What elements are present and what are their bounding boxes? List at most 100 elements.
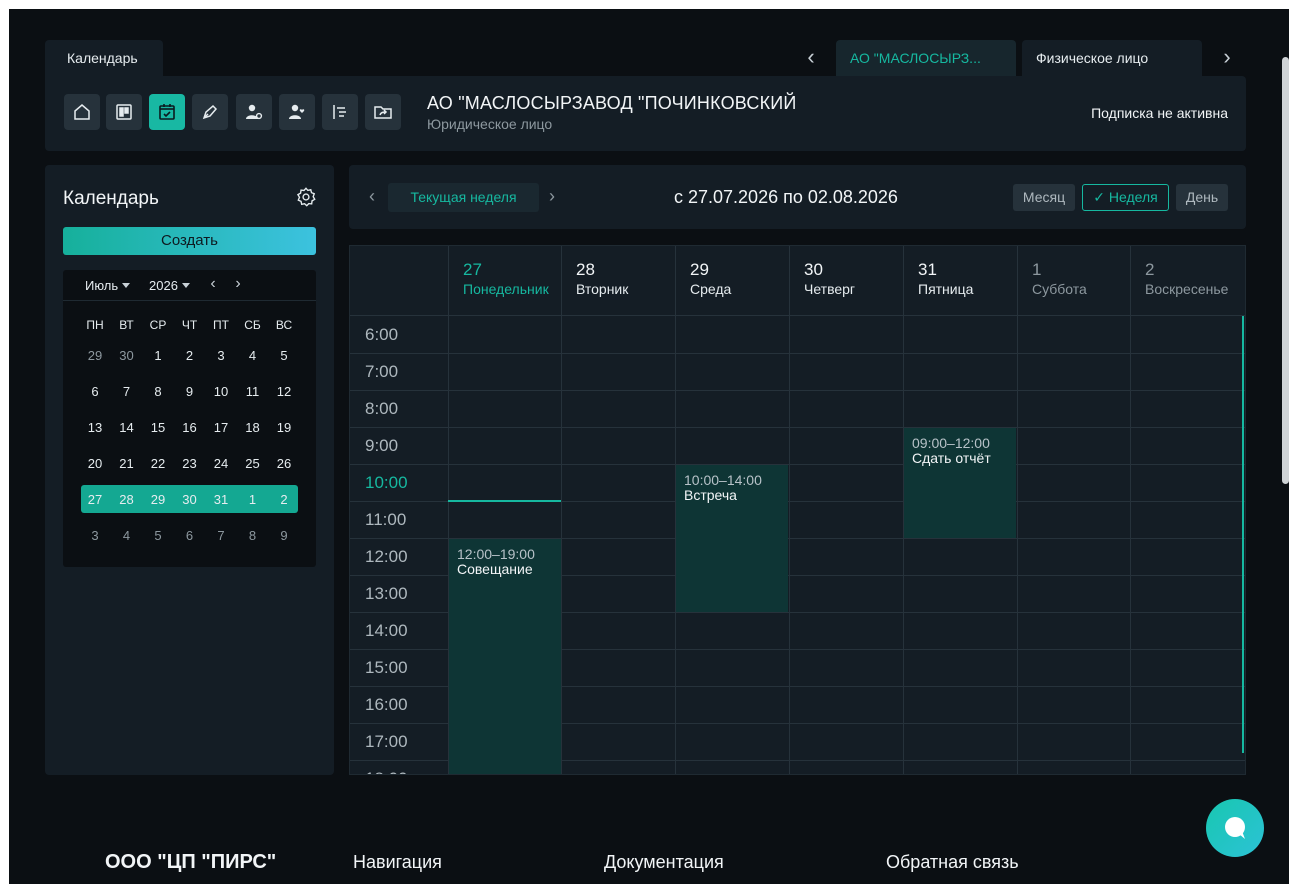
tabs-next-icon[interactable]: › xyxy=(1217,46,1237,69)
weekday-label: ПН xyxy=(86,318,104,332)
mini-calendar-day[interactable]: 8 xyxy=(238,528,268,543)
current-time-line xyxy=(448,500,561,502)
chevron-left-icon[interactable]: ‹ xyxy=(206,275,220,293)
tab-calendar[interactable]: Календарь xyxy=(45,40,163,78)
footer-documentation[interactable]: Документация xyxy=(604,852,724,873)
month-select[interactable]: Июль xyxy=(85,278,131,293)
mini-calendar-day[interactable]: 2 xyxy=(175,348,205,363)
tabs-prev-icon[interactable]: ‹ xyxy=(801,46,821,69)
mini-calendar-day[interactable]: 13 xyxy=(80,420,110,435)
mini-calendar-day[interactable]: 4 xyxy=(112,528,142,543)
mini-calendar-day[interactable]: 8 xyxy=(143,384,173,399)
year-label: 2026 xyxy=(149,278,178,293)
day-header[interactable]: 28 Вторник xyxy=(561,246,674,316)
mini-calendar-day[interactable]: 7 xyxy=(112,384,142,399)
grid-scrollbar[interactable] xyxy=(1242,316,1244,753)
mini-calendar-day[interactable]: 16 xyxy=(175,420,205,435)
mini-calendar-day[interactable]: 6 xyxy=(80,384,110,399)
pen-icon[interactable] xyxy=(192,94,228,130)
create-button[interactable]: Создать xyxy=(63,227,316,255)
day-header[interactable]: 1 Суббота xyxy=(1017,246,1130,316)
app-window: Календарь ‹ АО "МАСЛОСЫРЗ... Физическое … xyxy=(9,9,1289,884)
mini-calendar-day[interactable]: 29 xyxy=(80,348,110,363)
mini-calendar-day[interactable]: 20 xyxy=(80,456,110,471)
mini-calendar-day[interactable]: 3 xyxy=(206,348,236,363)
view-week-button[interactable]: ✓ Неделя xyxy=(1082,184,1169,211)
calendar-event[interactable]: 09:00–12:00 Сдать отчёт xyxy=(904,428,1016,538)
mini-calendar-day[interactable]: 17 xyxy=(206,420,236,435)
footer-navigation[interactable]: Навигация xyxy=(353,852,442,873)
next-week-icon[interactable]: › xyxy=(549,186,555,207)
view-month-button[interactable]: Месяц xyxy=(1013,184,1075,211)
mini-calendar-day[interactable]: 12 xyxy=(269,384,299,399)
prev-week-icon[interactable]: ‹ xyxy=(369,186,375,207)
chat-button[interactable] xyxy=(1206,799,1264,857)
mini-calendar-day[interactable]: 5 xyxy=(269,348,299,363)
time-label: 9:00 xyxy=(365,436,399,455)
mini-calendar-day[interactable]: 11 xyxy=(238,384,268,399)
caret-down-icon xyxy=(181,283,190,288)
board-icon[interactable] xyxy=(106,94,142,130)
tree-list-icon[interactable] xyxy=(322,94,358,130)
home-icon[interactable] xyxy=(64,94,100,130)
mini-calendar-day[interactable]: 30 xyxy=(112,348,142,363)
day-header[interactable]: 27 Понедельник xyxy=(448,246,561,316)
current-week-button[interactable]: Текущая неделя xyxy=(388,183,539,212)
month-label: Июль xyxy=(85,278,119,293)
chevron-right-icon[interactable]: › xyxy=(231,275,245,293)
mini-calendar-day[interactable]: 9 xyxy=(269,528,299,543)
mini-calendar-day[interactable]: 21 xyxy=(112,456,142,471)
day-header[interactable]: 2 Воскресенье xyxy=(1130,246,1245,316)
mini-calendar-day[interactable]: 25 xyxy=(238,456,268,471)
year-select[interactable]: 2026 xyxy=(149,278,190,293)
calendar-icon[interactable] xyxy=(149,94,185,130)
sidebar-title: Календарь xyxy=(63,188,159,209)
user-settings-icon[interactable] xyxy=(236,94,272,130)
day-header[interactable]: 31 Пятница xyxy=(903,246,1016,316)
folder-share-icon[interactable] xyxy=(365,94,401,130)
event-title: Встреча xyxy=(684,487,737,503)
event-title: Совещание xyxy=(457,561,533,577)
time-label: 6:00 xyxy=(365,325,399,344)
mini-calendar-day[interactable]: 1 xyxy=(143,348,173,363)
page-scrollbar[interactable] xyxy=(1282,57,1289,484)
footer-feedback[interactable]: Обратная связь xyxy=(886,852,1019,873)
weekday-label: ВС xyxy=(275,318,293,332)
day-header[interactable]: 29 Среда xyxy=(675,246,788,316)
mini-calendar-day[interactable]: 4 xyxy=(238,348,268,363)
hour-divider xyxy=(350,427,1245,428)
mini-calendar-day[interactable]: 28 xyxy=(112,492,142,507)
user-heart-icon[interactable] xyxy=(279,94,315,130)
week-toolbar: ‹ Текущая неделя › с 27.07.2026 по 02.08… xyxy=(349,165,1246,229)
mini-calendar-day[interactable]: 30 xyxy=(175,492,205,507)
mini-calendar-day[interactable]: 15 xyxy=(143,420,173,435)
mini-calendar-day[interactable]: 6 xyxy=(175,528,205,543)
calendar-event[interactable]: 10:00–14:00 Встреча xyxy=(676,465,788,612)
mini-calendar-day[interactable]: 10 xyxy=(206,384,236,399)
mini-calendar-day[interactable]: 27 xyxy=(80,492,110,507)
calendar-event[interactable]: 12:00–19:00 Совещание xyxy=(449,539,561,774)
mini-calendar-day[interactable]: 9 xyxy=(175,384,205,399)
tab-org-person[interactable]: Физическое лицо xyxy=(1022,40,1202,76)
mini-calendar-day[interactable]: 18 xyxy=(238,420,268,435)
tab-org-active[interactable]: АО "МАСЛОСЫРЗ... xyxy=(836,40,1016,76)
mini-calendar-day[interactable]: 22 xyxy=(143,456,173,471)
mini-calendar-day[interactable]: 31 xyxy=(206,492,236,507)
mini-calendar-day[interactable]: 7 xyxy=(206,528,236,543)
mini-calendar-day[interactable]: 29 xyxy=(143,492,173,507)
day-header[interactable]: 30 Четверг xyxy=(789,246,902,316)
mini-calendar-day[interactable]: 14 xyxy=(112,420,142,435)
mini-calendar-day[interactable]: 2 xyxy=(269,492,299,507)
mini-calendar-day[interactable]: 1 xyxy=(238,492,268,507)
mini-calendar-day[interactable]: 19 xyxy=(269,420,299,435)
mini-calendar-day[interactable]: 3 xyxy=(80,528,110,543)
hour-divider xyxy=(350,464,1245,465)
view-day-button[interactable]: День xyxy=(1176,184,1228,211)
time-label: 11:00 xyxy=(365,510,407,529)
mini-calendar-day[interactable]: 5 xyxy=(143,528,173,543)
mini-calendar-day[interactable]: 24 xyxy=(206,456,236,471)
mini-calendar-day[interactable]: 23 xyxy=(175,456,205,471)
gear-icon[interactable] xyxy=(295,186,317,208)
column-divider xyxy=(903,316,904,774)
mini-calendar-day[interactable]: 26 xyxy=(269,456,299,471)
